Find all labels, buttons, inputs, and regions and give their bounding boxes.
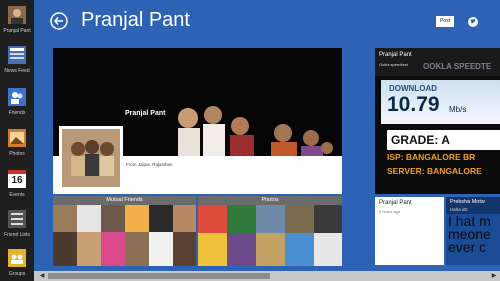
left-nav: Pranjal Pant News Feed Friends Photos 16…: [0, 0, 34, 281]
photos-icon: [8, 129, 26, 147]
scroll-right-icon[interactable]: ▶: [490, 272, 498, 280]
profile-picture[interactable]: [59, 126, 123, 190]
calendar-icon: 16: [8, 170, 26, 188]
friend-lists-icon: [8, 210, 26, 228]
speedtest-overlay-text: Ookla speedtest: [379, 62, 408, 67]
photos-title: Photos: [198, 196, 342, 205]
profile-cover[interactable]: Pranjal Pant: [53, 48, 342, 194]
page-title: Pranjal Pant: [81, 9, 190, 31]
nav-item-friends[interactable]: Friends: [0, 84, 34, 124]
friend-status-card[interactable]: Preksha Motw Haha xD I hat m meone ever …: [446, 197, 500, 265]
server-text: SERVER: BANGALORE: [387, 166, 482, 176]
speedtest-poster-name: Pranjal Pant: [379, 52, 412, 58]
avatar-icon: [8, 6, 26, 24]
nav-label-profile: Pranjal Pant: [3, 28, 31, 34]
friend-status-name: Preksha Motw: [450, 199, 485, 205]
news-feed-icon: [8, 46, 26, 64]
post-button[interactable]: Post: [436, 16, 454, 27]
hometown-text: From Jaipur, Rajasthan: [126, 162, 173, 167]
post-timestamp: 9 hours ago: [379, 209, 401, 214]
friend-status-text: I hat m meone ever c: [448, 213, 491, 255]
nav-label-friends: Friends: [8, 110, 26, 116]
back-arrow-icon[interactable]: [50, 12, 68, 30]
groups-icon: [8, 249, 26, 267]
mutual-friends-title: Mutual Friends: [53, 196, 196, 205]
speedtest-post-card[interactable]: Pranjal Pant Ookla speedtest OOKLA SPEED…: [375, 48, 500, 194]
nav-label-photos: Photos: [9, 151, 25, 157]
nav-item-groups[interactable]: Groups: [0, 245, 34, 281]
calendar-day: 16: [11, 175, 23, 186]
nav-item-friend-lists[interactable]: Friend Lists: [0, 206, 34, 246]
profile-picture-image: [62, 129, 120, 187]
nav-item-news-feed[interactable]: News Feed: [0, 42, 34, 82]
scroll-left-icon[interactable]: ◀: [38, 272, 46, 280]
nav-item-photos[interactable]: Photos: [0, 125, 34, 165]
nav-item-profile[interactable]: Pranjal Pant: [0, 2, 34, 42]
nav-label-events: Events: [9, 192, 25, 198]
grade-text: GRADE: A: [387, 130, 500, 150]
status-post-card[interactable]: Pranjal Pant 9 hours ago: [375, 197, 444, 265]
nav-label-friend-lists: Friend Lists: [4, 232, 30, 238]
photos-section[interactable]: Photos: [198, 196, 342, 266]
download-unit: Mb/s: [449, 105, 467, 114]
nav-label-groups: Groups: [8, 271, 26, 277]
nav-label-news-feed: News Feed: [4, 68, 30, 74]
isp-text: ISP: BANGALORE BR: [387, 152, 476, 162]
globe-icon[interactable]: [467, 16, 479, 28]
cover-name: Pranjal Pant: [125, 110, 166, 117]
download-value: 10.79: [387, 93, 440, 116]
friends-icon: [8, 88, 26, 106]
scrollbar-thumb[interactable]: [48, 273, 270, 279]
nav-item-events[interactable]: 16 Events: [0, 166, 34, 206]
friend-status-subtitle: Haha xD: [450, 207, 468, 212]
download-label: DOWNLOAD: [389, 84, 437, 93]
mutual-friends-section[interactable]: Mutual Friends: [53, 196, 196, 266]
photos-grid: [198, 205, 342, 266]
speedtest-logo-text: OOKLA SPEEDTE: [423, 62, 492, 71]
mutual-friends-grid: [53, 205, 196, 266]
post-author-name: Pranjal Pant: [379, 200, 412, 206]
